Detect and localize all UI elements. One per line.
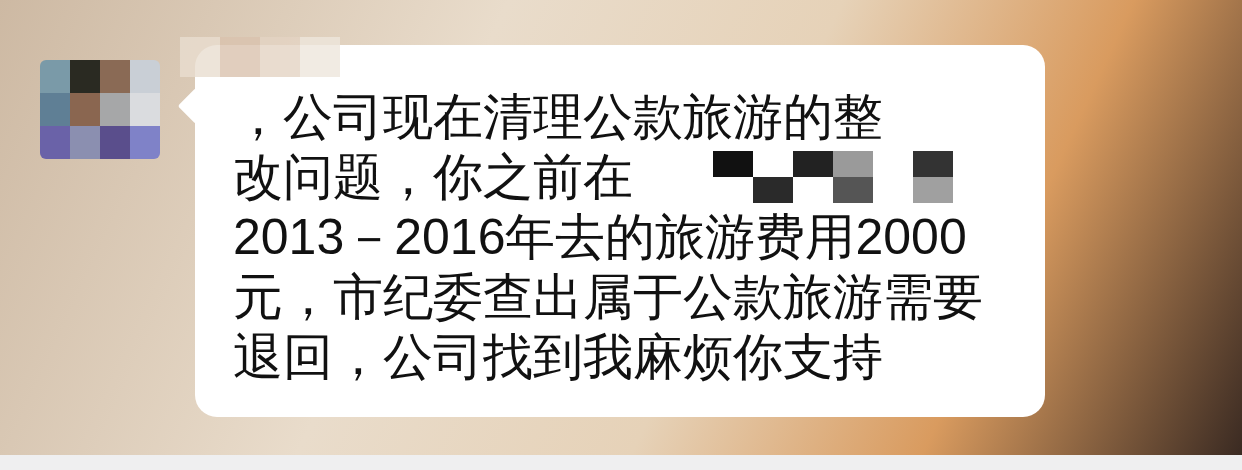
message-area: ，公司现在清理公款旅游的整改问题，你之前在2013－2016年去的旅游费用200… [195,45,1045,417]
mosaic-blur [713,151,953,203]
message-text: 改问题，你之前在 [233,147,633,207]
message-text: 退回，公司找到我麻烦你支持 [233,327,883,387]
avatar[interactable] [40,60,160,159]
message-text: ，公司现在清理公款旅游的整 [233,87,883,147]
message-bubble[interactable]: ，公司现在清理公款旅游的整改问题，你之前在2013－2016年去的旅游费用200… [195,45,1045,417]
chat-screen: ，公司现在清理公款旅游的整改问题，你之前在2013－2016年去的旅游费用200… [0,0,1242,470]
message-line: 元，市纪委查出属于公款旅游需要 [233,267,1025,327]
photo-background: ，公司现在清理公款旅游的整改问题，你之前在2013－2016年去的旅游费用200… [0,0,1242,455]
message-text: 元，市纪委查出属于公款旅游需要 [233,267,983,327]
message-line: 改问题，你之前在 [233,147,1025,207]
message-line: ，公司现在清理公款旅游的整 [233,87,1025,147]
message-text: 2013－2016年去的旅游费用2000 [233,207,967,267]
message-line: 退回，公司找到我麻烦你支持 [233,327,1025,387]
bottom-bar [0,455,1242,470]
message-line: 2013－2016年去的旅游费用2000 [233,207,1025,267]
sender-name-blur [180,37,340,77]
